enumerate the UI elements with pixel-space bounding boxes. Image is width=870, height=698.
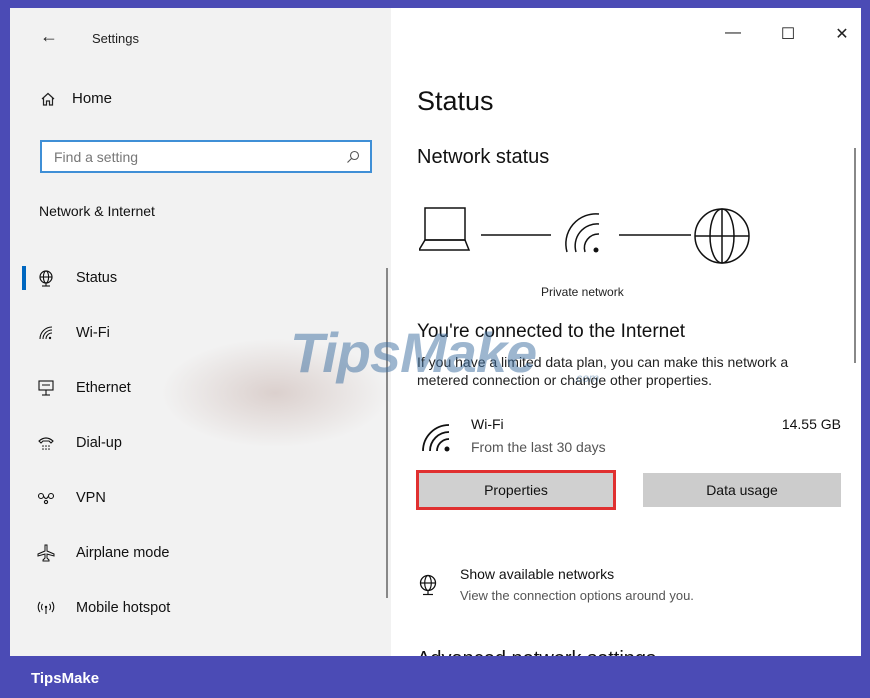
sidebar-nav: Status Wi-Fi Ethernet Dial-up VPN Airpla… (10, 250, 391, 635)
wifi-name: Wi-Fi (471, 416, 504, 432)
ethernet-icon (36, 378, 56, 398)
section-heading: Network & Internet (39, 203, 155, 219)
advanced-settings-heading: Advanced network settings (417, 648, 717, 656)
sidebar-item-airplane-mode[interactable]: Airplane mode (10, 525, 391, 580)
globe-icon (419, 574, 437, 596)
sidebar-item-label: Ethernet (76, 379, 131, 396)
footer-bar: TipsMake (0, 656, 870, 698)
show-available-networks-link[interactable]: Show available networks View the connect… (417, 566, 847, 616)
network-status-heading: Network status (417, 146, 550, 168)
search-icon[interactable] (346, 150, 360, 164)
data-usage-button[interactable]: Data usage (643, 473, 841, 507)
sidebar-item-label: Mobile hotspot (76, 599, 171, 616)
wifi-icon (36, 323, 56, 343)
globe-icon (36, 268, 56, 288)
back-arrow-icon[interactable]: ← (40, 26, 58, 47)
network-diagram (419, 207, 750, 264)
show-networks-subtitle: View the connection options around you. (460, 588, 694, 603)
show-networks-title: Show available networks (460, 566, 615, 582)
footer-brand: TipsMake (31, 670, 100, 687)
wifi-signal-icon (565, 213, 600, 253)
search-input[interactable] (54, 148, 324, 165)
sidebar-item-vpn[interactable]: VPN (10, 470, 391, 525)
hotspot-icon (36, 598, 56, 618)
dialup-icon (36, 433, 56, 453)
sidebar-item-label: Status (76, 269, 118, 286)
home-label: Home (72, 90, 113, 107)
watermark-logo: TipsMake (290, 321, 537, 384)
sidebar-item-label: Airplane mode (76, 544, 170, 561)
page-title: Status (417, 86, 494, 116)
network-type-label: Private network (541, 285, 624, 299)
main-scrollbar[interactable] (854, 148, 856, 363)
sidebar-item-label: Dial-up (76, 434, 122, 451)
laptop-icon (419, 207, 471, 251)
home-icon (41, 92, 55, 106)
sidebar-scrollbar[interactable] (386, 268, 388, 598)
vpn-icon (36, 488, 56, 508)
sidebar-item-label: VPN (76, 489, 106, 506)
airplane-icon (36, 543, 56, 563)
sidebar-item-dialup[interactable]: Dial-up (10, 415, 391, 470)
settings-window: ← Settings Home Network & Internet Statu… (10, 8, 861, 656)
properties-button[interactable]: Properties (416, 470, 616, 510)
wifi-usage-row: Wi-Fi From the last 30 days 14.55 GB (421, 413, 841, 463)
sidebar-item-status[interactable]: Status (10, 250, 391, 305)
sidebar-item-label: Wi-Fi (76, 324, 110, 341)
search-box[interactable] (40, 140, 372, 173)
watermark-suffix: .com (573, 371, 600, 385)
wifi-data-usage: 14.55 GB (781, 416, 841, 432)
sidebar-item-mobile-hotspot[interactable]: Mobile hotspot (10, 580, 391, 635)
home-link[interactable]: Home (40, 90, 112, 107)
app-title: Settings (92, 31, 139, 46)
globe-icon (694, 208, 750, 264)
wifi-period: From the last 30 days (471, 439, 606, 455)
wifi-icon (422, 424, 450, 452)
